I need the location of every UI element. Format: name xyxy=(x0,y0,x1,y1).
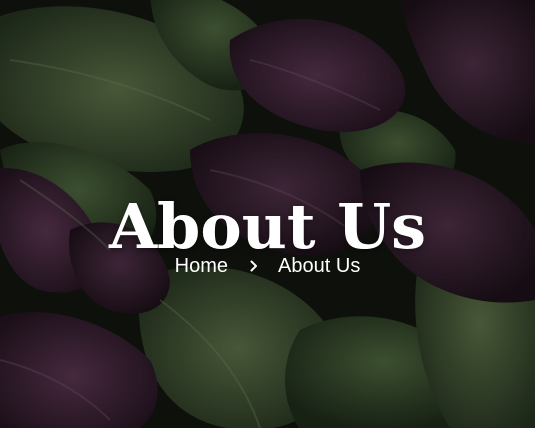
chevron-right-icon xyxy=(234,253,274,281)
breadcrumb-home-link[interactable]: Home xyxy=(175,255,228,277)
page-header-hero: About Us Home About Us xyxy=(0,0,535,428)
breadcrumb: Home About Us xyxy=(0,252,535,281)
breadcrumb-current-page: About Us xyxy=(278,255,361,277)
